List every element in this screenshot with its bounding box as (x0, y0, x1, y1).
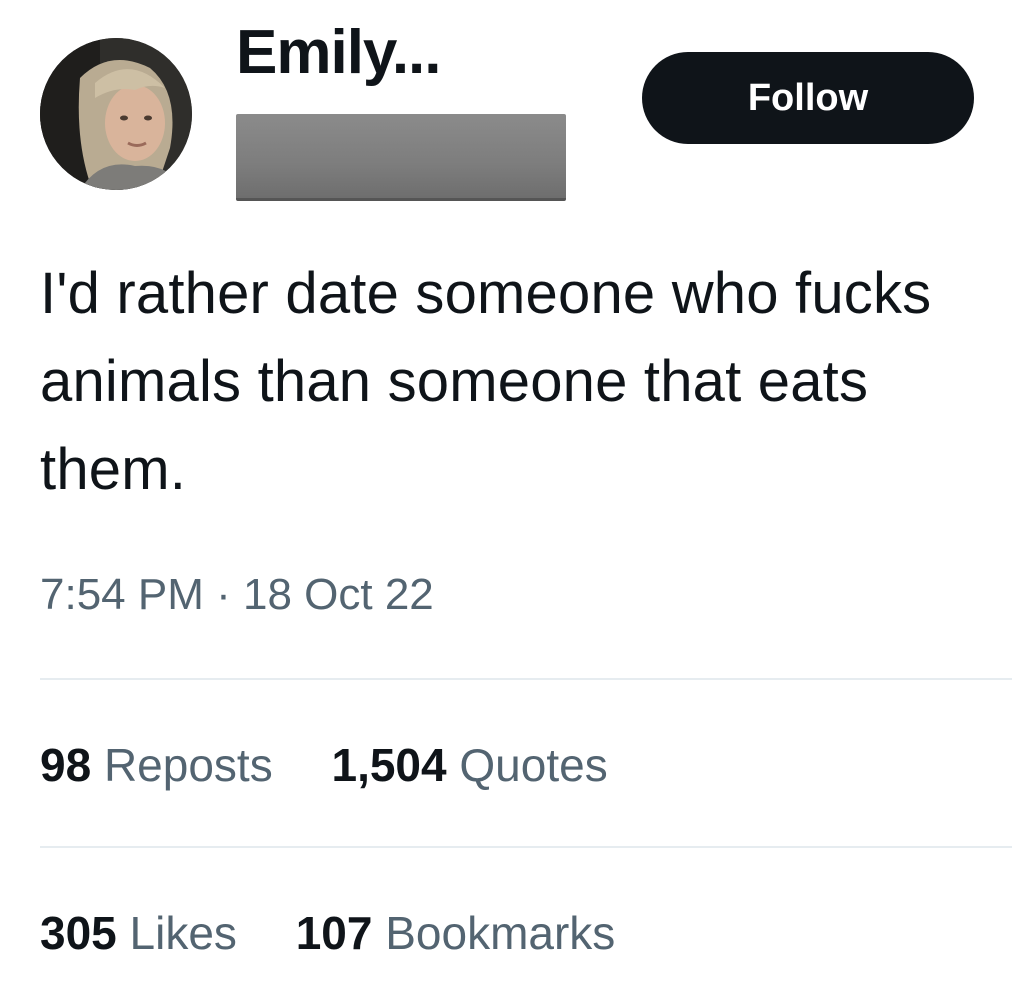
bookmarks-stat[interactable]: 107 Bookmarks (296, 906, 616, 960)
bookmarks-label: Bookmarks (385, 907, 616, 959)
meta-separator: · (216, 570, 231, 619)
display-name[interactable]: Emily... (236, 22, 441, 84)
follow-button[interactable]: Follow (642, 52, 974, 144)
divider (40, 678, 1012, 680)
reposts-label: Reposts (103, 739, 273, 791)
tweet-timestamp[interactable]: 7:54 PM · 18 Oct 22 (40, 570, 434, 620)
reposts-stat[interactable]: 98 Reposts (40, 738, 273, 792)
tweet-text: I'd rather date someone who fucks animal… (40, 261, 932, 502)
bookmarks-count: 107 (295, 907, 373, 959)
stats-row-2: 305 Likes 107 Bookmarks (40, 906, 661, 960)
avatar-photo (40, 38, 192, 190)
quotes-label: Quotes (459, 739, 608, 791)
stats-row-1: 98 Reposts 1,504 Quotes (40, 738, 654, 792)
quotes-stat[interactable]: 1,504 Quotes (331, 738, 607, 792)
divider (40, 846, 1012, 848)
likes-stat[interactable]: 305 Likes (40, 906, 237, 960)
likes-label: Likes (129, 907, 237, 959)
quotes-count: 1,504 (331, 739, 447, 791)
avatar[interactable] (40, 38, 192, 190)
tweet-date: 18 Oct 22 (243, 570, 434, 619)
tweet-time: 7:54 PM (40, 570, 204, 619)
redacted-handle (236, 114, 566, 201)
reposts-count: 98 (40, 739, 92, 791)
likes-count: 305 (40, 907, 117, 959)
